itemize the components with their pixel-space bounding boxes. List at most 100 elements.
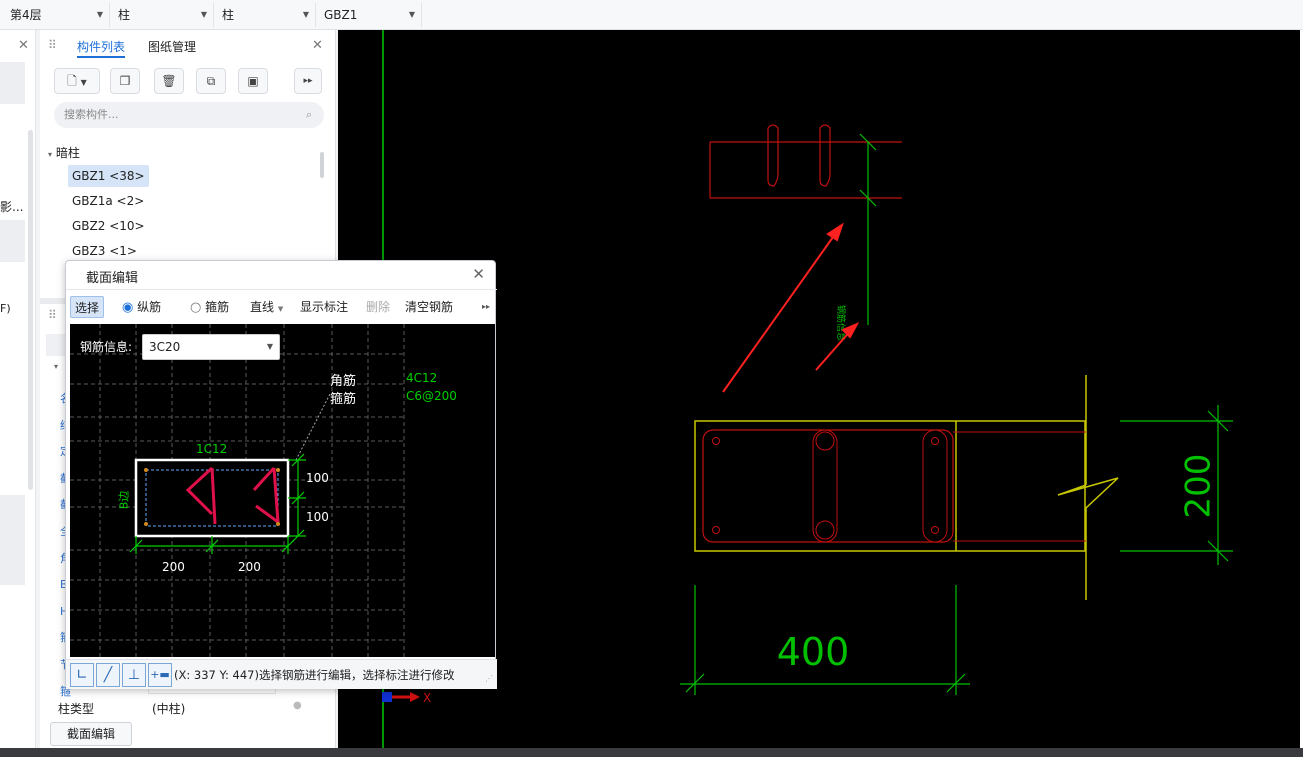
more-button[interactable]: ▸▸ bbox=[294, 68, 322, 94]
dialog-title: 截面编辑 bbox=[86, 271, 139, 286]
corner-rebar-value[interactable]: 4C12 bbox=[406, 371, 437, 385]
layers-icon: ⧉ bbox=[206, 74, 216, 88]
copy-icon: ❐ bbox=[119, 74, 131, 88]
tree-item-gbz1a[interactable]: GBZ1a <2> bbox=[68, 190, 148, 212]
property-label-column-type: 柱类型 bbox=[58, 702, 95, 716]
scrollbar[interactable] bbox=[320, 152, 324, 178]
chevron-down-icon: ▼ bbox=[266, 342, 273, 351]
new-file-icon: 🗋 bbox=[67, 74, 77, 88]
type-select[interactable]: 柱 ▼ bbox=[214, 3, 316, 27]
tree-group-label: 暗柱 bbox=[55, 146, 80, 160]
left-panel-text: 影... bbox=[0, 200, 24, 214]
scrollbar[interactable] bbox=[28, 130, 33, 490]
close-icon[interactable]: ✕ bbox=[312, 38, 323, 53]
draw-line-icon[interactable]: ╱ bbox=[96, 663, 120, 687]
search-input[interactable]: 搜索构件... ⌕ bbox=[54, 102, 324, 128]
double-chevron-right-icon[interactable]: ▸▸ bbox=[482, 296, 490, 318]
trash-icon: 🗑 bbox=[161, 74, 177, 88]
tree-item-gbz3[interactable]: GBZ3 <1> bbox=[68, 240, 141, 262]
delete-button[interactable]: 🗑 bbox=[154, 68, 184, 94]
tab-component-list[interactable]: 构件列表 bbox=[77, 36, 126, 58]
close-icon[interactable]: ✕ bbox=[18, 38, 29, 53]
chevron-down-icon: ▼ bbox=[302, 10, 309, 19]
drag-handle-icon[interactable]: ⠿ bbox=[48, 308, 57, 322]
search-icon[interactable]: ⌕ bbox=[306, 102, 312, 128]
section-canvas[interactable]: 钢筋信息: 3C20 ▼ 角筋 箍筋 4C12 C6@200 1C12 B边 10… bbox=[70, 324, 495, 657]
component-select[interactable]: GBZ1 ▼ bbox=[316, 3, 422, 27]
dimension-400-label: 400 bbox=[777, 630, 850, 674]
chevron-down-icon: ▼ bbox=[200, 10, 207, 19]
dimension-label[interactable]: 100 bbox=[306, 510, 329, 524]
show-label-button[interactable]: 显示标注 bbox=[300, 296, 348, 318]
floor-select[interactable]: 第4层 ▼ bbox=[2, 3, 110, 27]
floor-select-value: 第4层 bbox=[10, 8, 42, 22]
rebar-info-input[interactable]: 3C20 ▼ bbox=[142, 334, 280, 360]
left-panel-text: F) bbox=[0, 302, 11, 315]
tree-item-gbz2[interactable]: GBZ2 <10> bbox=[68, 215, 149, 237]
rebar-info-value: 3C20 bbox=[149, 340, 181, 354]
dimension-label[interactable]: 200 bbox=[162, 560, 185, 574]
dimension-label[interactable]: 200 bbox=[238, 560, 261, 574]
property-value-column-type[interactable]: (中柱) bbox=[152, 700, 185, 717]
select-button[interactable]: 选择 bbox=[70, 296, 105, 318]
new-component-button[interactable]: 🗋 ▼ bbox=[54, 68, 100, 94]
dot-icon: ● bbox=[293, 700, 302, 711]
left-panel-row bbox=[0, 62, 25, 104]
leader-line bbox=[295, 393, 331, 461]
radio-stirrup[interactable]: ○ 箍筋 bbox=[190, 296, 229, 318]
left-collapsed-panel: ✕ 影... F) bbox=[0, 30, 36, 748]
copy-button[interactable]: ❐ bbox=[110, 68, 140, 94]
category-select[interactable]: 柱 ▼ bbox=[110, 3, 214, 27]
snap-corner-icon[interactable]: ∟ bbox=[70, 663, 94, 687]
left-panel-row bbox=[0, 495, 25, 585]
radio-stirrup-label: 箍筋 bbox=[205, 300, 230, 314]
copy-to-floor-button[interactable]: ⧉ bbox=[196, 68, 226, 94]
corner-rebar-label: 角筋 bbox=[330, 374, 357, 389]
delete-button[interactable]: 删除 bbox=[366, 296, 390, 318]
add-rebar-icon[interactable]: +▬ bbox=[148, 663, 172, 687]
tree-item-gbz1[interactable]: GBZ1 <38> bbox=[68, 165, 149, 187]
top-rebar-label[interactable]: 1C12 bbox=[196, 442, 227, 456]
resize-grip-icon[interactable]: ⋰ bbox=[485, 674, 493, 683]
chevron-down-icon: ▼ bbox=[408, 10, 415, 19]
drag-handle-icon[interactable]: ⠿ bbox=[48, 38, 57, 52]
component-select-value: GBZ1 bbox=[324, 8, 358, 22]
chevron-down-icon: ▼ bbox=[96, 10, 103, 19]
dialog-status-bar: ∟ ╱ ⊥ +▬ (X: 337 Y: 447)选择钢筋进行编辑，选择标注进行修… bbox=[66, 659, 497, 689]
line-mode-label: 直线 bbox=[250, 300, 275, 314]
chevron-down-icon: ▼ bbox=[277, 305, 284, 313]
stirrup-value[interactable]: C6@200 bbox=[406, 389, 457, 403]
save-button[interactable]: ▣ bbox=[238, 68, 268, 94]
radio-longitudinal[interactable]: ◉ 纵筋 bbox=[122, 296, 161, 318]
stirrup-label: 箍筋 bbox=[330, 392, 357, 407]
radio-checked-icon: ◉ bbox=[122, 300, 134, 315]
double-chevron-right-icon: ▸▸ bbox=[303, 76, 313, 86]
section-edit-button[interactable]: 截面编辑 bbox=[50, 722, 132, 746]
rebar-info-label: 钢筋信息: bbox=[80, 340, 133, 354]
dimension-200-label: 200 bbox=[1179, 454, 1219, 519]
top-dimension bbox=[859, 133, 877, 325]
radio-longitudinal-label: 纵筋 bbox=[137, 300, 162, 314]
type-select-value: 柱 bbox=[222, 8, 235, 22]
perpendicular-icon[interactable]: ⊥ bbox=[122, 663, 146, 687]
divider bbox=[66, 289, 497, 290]
floor-selector-bar: 第4层 ▼ 柱 ▼ 柱 ▼ GBZ1 ▼ bbox=[0, 0, 1303, 30]
axis-x-arrow bbox=[410, 692, 420, 702]
clear-rebar-button[interactable]: 清空钢筋 bbox=[405, 296, 453, 318]
column-plan bbox=[694, 375, 1119, 600]
axis-origin bbox=[382, 692, 392, 702]
top-detail bbox=[709, 124, 902, 199]
tree-group-columns[interactable]: ▾ 暗柱 bbox=[48, 142, 80, 164]
side-rebar-label[interactable]: B边 bbox=[115, 491, 131, 510]
section-edit-dialog: 截面编辑 ✕ 选择 ◉ 纵筋 ○ 箍筋 直线 ▼ 显示标注 删除 清空钢筋 ▸▸ bbox=[65, 260, 497, 689]
line-mode-select[interactable]: 直线 ▼ bbox=[250, 296, 283, 318]
caret-down-icon: ▾ bbox=[54, 362, 59, 371]
tab-drawing-management[interactable]: 图纸管理 bbox=[148, 36, 196, 58]
radio-unchecked-icon: ○ bbox=[190, 300, 202, 315]
caret-down-icon: ▾ bbox=[48, 150, 53, 159]
axis-x-label: X bbox=[423, 691, 431, 705]
close-icon[interactable]: ✕ bbox=[472, 265, 485, 283]
dimension-label[interactable]: 100 bbox=[306, 471, 329, 485]
save-icon: ▣ bbox=[247, 74, 259, 88]
category-select-value: 柱 bbox=[118, 8, 131, 22]
